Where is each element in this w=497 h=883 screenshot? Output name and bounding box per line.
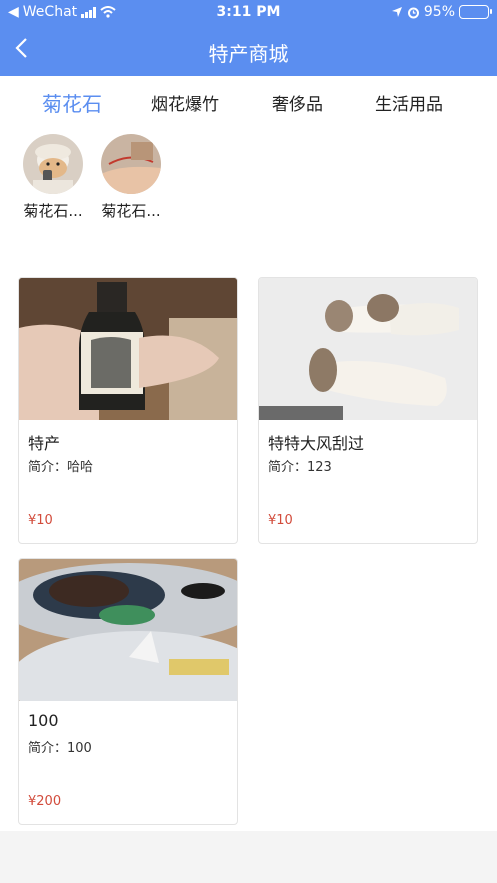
product-card[interactable]: 100 简介：100 ¥200 — [18, 558, 238, 825]
subcategory-avatar-wrist — [101, 134, 161, 194]
product-intro: 简介：100 — [28, 741, 92, 756]
subcategory-avatar-dog — [23, 134, 83, 194]
tab-daily-goods[interactable]: 生活用品 — [375, 90, 443, 115]
subcategory-item[interactable]: 菊花石... — [83, 134, 179, 221]
tab-luxury[interactable]: 奢侈品 — [272, 90, 323, 115]
product-name: 特特大风刮过 — [268, 434, 365, 453]
main-content: 菊花石 烟花爆竹 奢侈品 生活用品 菊花石... 菊花石... 特产 简介：哈哈… — [0, 76, 497, 831]
subcategory-label: 菊花石... — [101, 202, 161, 220]
battery-icon — [459, 5, 492, 19]
status-bar: ◀ WeChat 3:11 PM 95% — [0, 0, 497, 26]
product-price: ¥10 — [28, 513, 53, 528]
product-card[interactable]: 特特大风刮过 简介：123 ¥10 — [258, 277, 478, 544]
product-price: ¥200 — [28, 794, 62, 809]
product-intro: 简介：哈哈 — [28, 460, 94, 475]
category-tabs: 菊花石 烟花爆竹 奢侈品 生活用品 — [0, 90, 497, 120]
app-header: ◀ WeChat 3:11 PM 95% 特产商城 — [0, 0, 497, 76]
product-price: ¥10 — [268, 513, 293, 528]
tab-juhuashi[interactable]: 菊花石 — [42, 88, 102, 117]
product-intro: 简介：123 — [268, 460, 332, 475]
product-image-dish — [19, 559, 237, 701]
alarm-icon — [407, 7, 419, 18]
product-image-mushroom — [259, 278, 477, 420]
product-image-wine — [19, 278, 237, 420]
page-title: 特产商城 — [208, 42, 289, 66]
location-icon — [391, 7, 402, 17]
product-card[interactable]: 特产 简介：哈哈 ¥10 — [18, 277, 238, 544]
product-name: 特产 — [28, 434, 61, 453]
tab-fireworks[interactable]: 烟花爆竹 — [151, 90, 219, 115]
battery-percent: 95% — [423, 4, 455, 20]
product-name: 100 — [28, 711, 59, 730]
